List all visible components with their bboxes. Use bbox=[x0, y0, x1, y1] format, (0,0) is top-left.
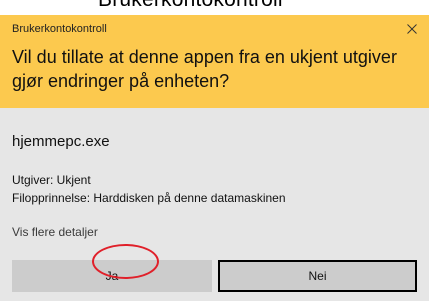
show-more-details-link[interactable]: Vis flere detaljer bbox=[12, 225, 98, 239]
dialog-title: Brukerkontokontroll bbox=[12, 23, 107, 35]
yes-button-label: Ja bbox=[105, 269, 119, 283]
close-icon bbox=[407, 24, 417, 34]
dialog-header: Brukerkontokontroll Vil du tillate at de… bbox=[0, 15, 429, 108]
uac-dialog: Brukerkontokontroll Vil du tillate at de… bbox=[0, 15, 429, 301]
page-caption: Brukerkontokontroll bbox=[0, 0, 429, 15]
no-button-label: Nei bbox=[308, 269, 327, 283]
file-origin-label: Filopprinnelse: Harddisken på denne data… bbox=[12, 191, 286, 205]
page-caption-text: Brukerkontokontroll bbox=[98, 0, 283, 12]
no-button[interactable]: Nei bbox=[218, 260, 417, 292]
dialog-question: Vil du tillate at denne appen fra en ukj… bbox=[12, 47, 397, 91]
yes-button[interactable]: Ja bbox=[12, 260, 212, 292]
publisher-label: Utgiver: Ukjent bbox=[12, 173, 91, 187]
close-button[interactable] bbox=[401, 19, 423, 39]
file-name: hjemmepc.exe bbox=[12, 133, 110, 150]
